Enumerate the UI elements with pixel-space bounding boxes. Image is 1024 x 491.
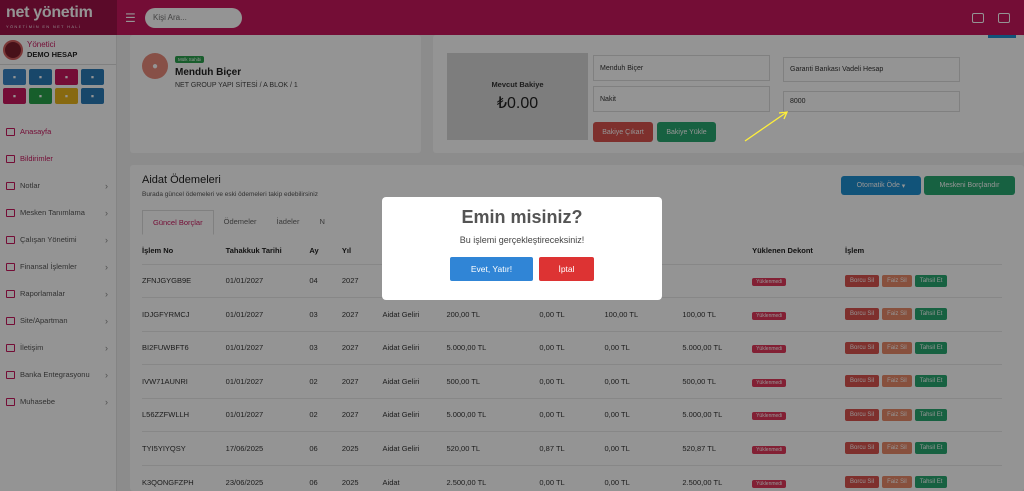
cancel-button[interactable]: İptal (539, 257, 594, 281)
confirm-dialog: Emin misiniz? Bu işlemi gerçekleştirecek… (382, 197, 662, 300)
dialog-text: Bu işlemi gerçekleştireceksiniz! (459, 235, 585, 245)
confirm-button[interactable]: Evet, Yatır! (450, 257, 533, 281)
dialog-title: Emin misiniz? (461, 207, 583, 227)
